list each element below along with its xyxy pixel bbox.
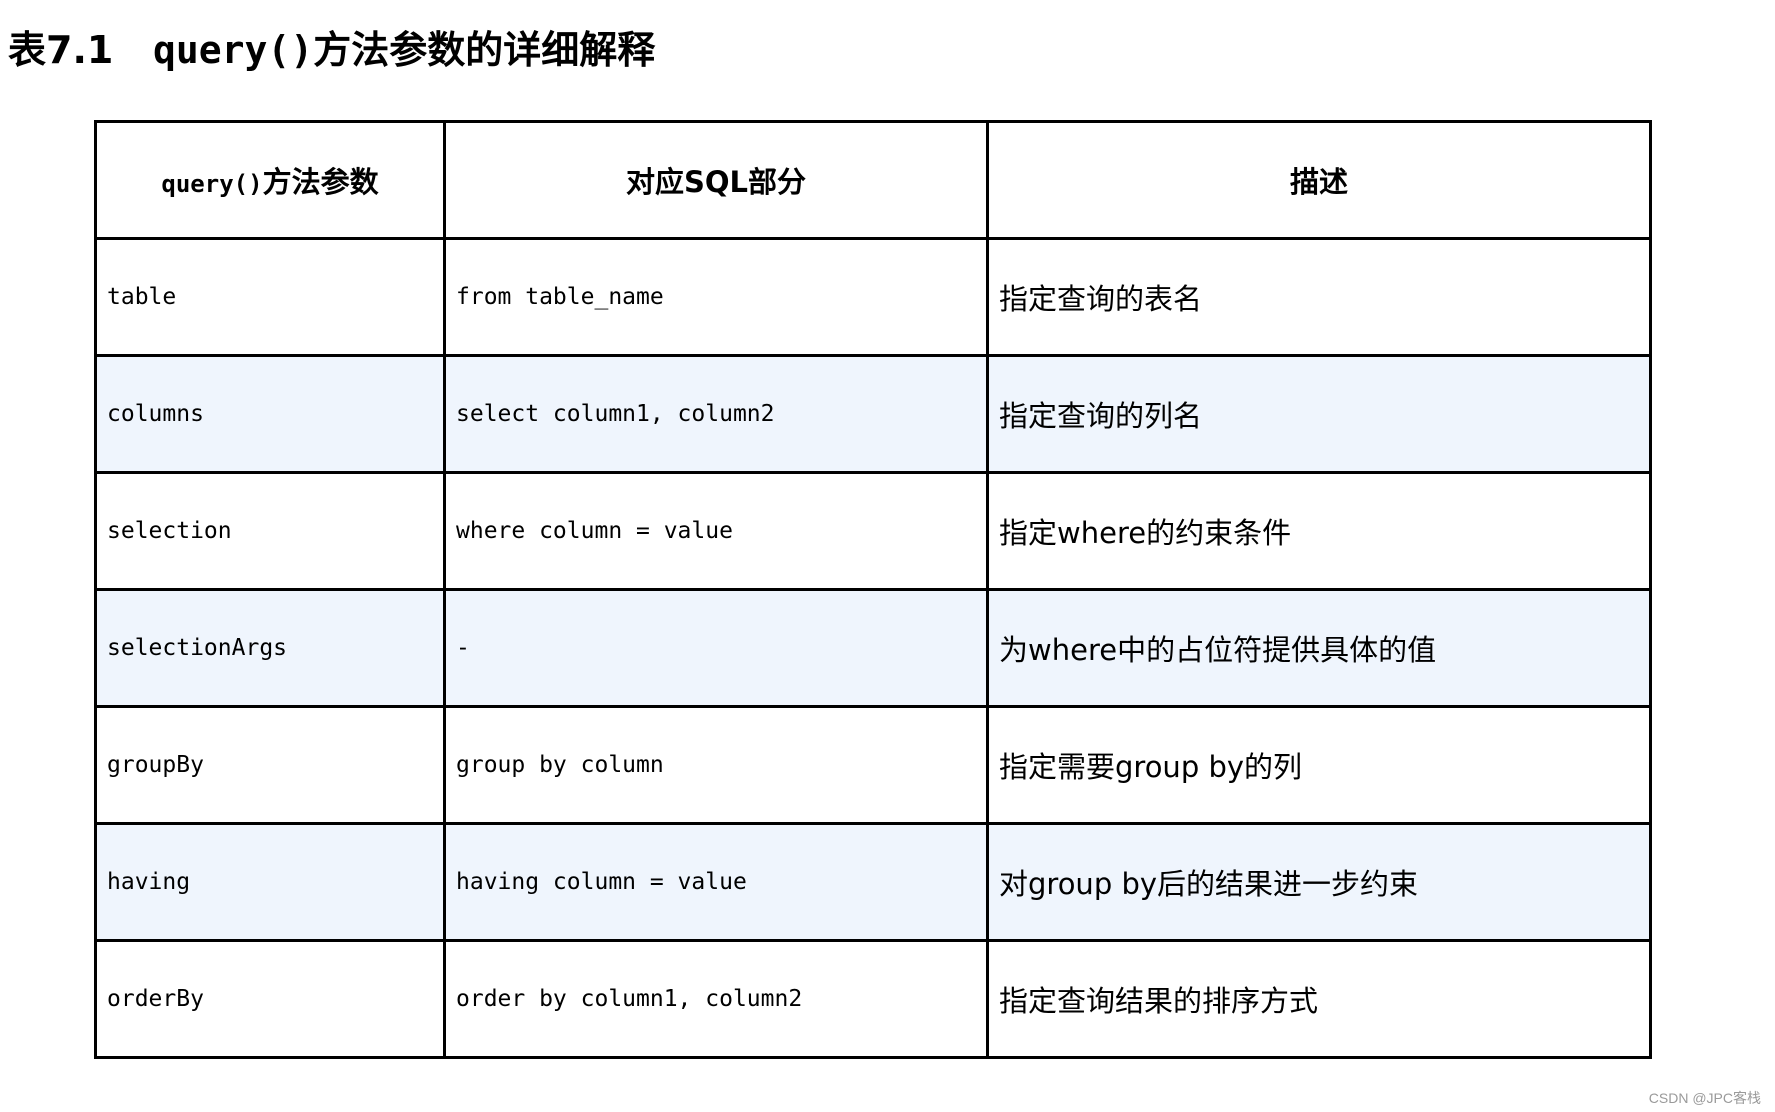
table-row: table from table_name 指定查询的表名 — [94, 237, 1652, 357]
sql-cell: order by column1, column2 — [443, 939, 989, 1059]
table-row: selection where column = value 指定where的约… — [94, 471, 1652, 591]
param-cell: groupBy — [94, 705, 446, 825]
table-row: selectionArgs - 为where中的占位符提供具体的值 — [94, 588, 1652, 708]
desc-cell: 为where中的占位符提供具体的值 — [986, 588, 1652, 708]
table-row: orderBy order by column1, column2 指定查询结果… — [94, 939, 1652, 1059]
desc-cell: 对group by后的结果进一步约束 — [986, 822, 1652, 942]
table-row: having having column = value 对group by后的… — [94, 822, 1652, 942]
header-param: query()方法参数 — [94, 120, 446, 240]
param-cell: having — [94, 822, 446, 942]
param-cell: selectionArgs — [94, 588, 446, 708]
page-title: 表7.1 query()方法参数的详细解释 — [8, 22, 655, 78]
param-cell: columns — [94, 354, 446, 474]
param-cell: orderBy — [94, 939, 446, 1059]
title-text: 方法参数的详细解释 — [313, 28, 656, 72]
sql-cell: select column1, column2 — [443, 354, 989, 474]
desc-cell: 指定需要group by的列 — [986, 705, 1652, 825]
desc-cell: 指定查询的表名 — [986, 237, 1652, 357]
table-number: 表7.1 — [8, 28, 114, 72]
table-row: columns select column1, column2 指定查询的列名 — [94, 354, 1652, 474]
desc-cell: 指定查询结果的排序方式 — [986, 939, 1652, 1059]
desc-cell: 指定查询的列名 — [986, 354, 1652, 474]
sql-cell: from table_name — [443, 237, 989, 357]
header-sql: 对应SQL部分 — [443, 120, 989, 240]
sql-cell: group by column — [443, 705, 989, 825]
table-header-row: query()方法参数 对应SQL部分 描述 — [94, 120, 1652, 240]
param-cell: table — [94, 237, 446, 357]
desc-cell: 指定where的约束条件 — [986, 471, 1652, 591]
query-params-table: query()方法参数 对应SQL部分 描述 table from table_… — [94, 120, 1652, 1059]
header-param-text: 方法参数 — [262, 165, 379, 199]
sql-cell: having column = value — [443, 822, 989, 942]
table-row: groupBy group by column 指定需要group by的列 — [94, 705, 1652, 825]
header-desc: 描述 — [986, 120, 1652, 240]
method-name: query() — [153, 28, 314, 72]
sql-cell: where column = value — [443, 471, 989, 591]
header-param-code: query() — [161, 170, 263, 198]
watermark: CSDN @JPC客栈 — [1648, 1090, 1761, 1106]
param-cell: selection — [94, 471, 446, 591]
sql-cell: - — [443, 588, 989, 708]
